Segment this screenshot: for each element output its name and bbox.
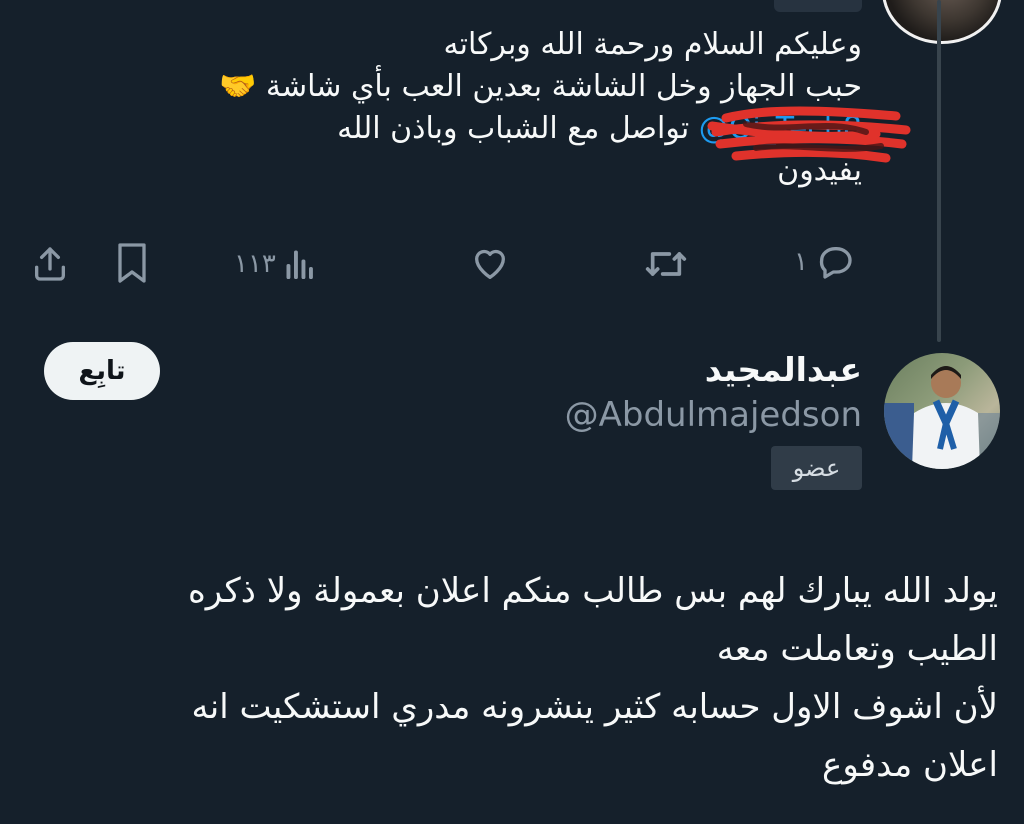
display-name[interactable]: عبدالمجيد: [705, 350, 862, 389]
previous-avatar[interactable]: [882, 0, 1002, 44]
member-badge: عضو: [771, 446, 862, 490]
retweet-icon: [644, 244, 688, 284]
reply-icon: [814, 242, 856, 282]
follow-button[interactable]: تابِع: [44, 342, 160, 400]
reply-button[interactable]: ١: [794, 242, 856, 282]
views-icon: [282, 246, 318, 282]
top-badge-stub: [774, 0, 862, 12]
main-tweet-text: يولد الله يبارك لهم بس طالب منكم اعلان ب…: [187, 571, 998, 785]
bookmark-button[interactable]: [114, 242, 150, 284]
avatar[interactable]: [884, 353, 1000, 469]
reply-text-part1: وعليكم السلام ورحمة الله وبركاته حبب الج…: [219, 27, 862, 104]
like-icon: [470, 244, 510, 284]
views-count: ١١٣: [234, 249, 276, 279]
share-icon: [30, 244, 70, 284]
reply-count: ١: [794, 247, 808, 277]
bookmark-icon: [114, 242, 150, 284]
like-button[interactable]: [464, 244, 510, 284]
redaction-scribble: [707, 106, 911, 163]
views-button[interactable]: ١١٣: [234, 246, 318, 282]
user-handle[interactable]: @Abdulmajedson: [565, 395, 862, 435]
share-button[interactable]: [30, 244, 70, 284]
thread-line: [937, 0, 941, 342]
avatar-image: [884, 366, 1000, 469]
retweet-button[interactable]: [638, 244, 688, 284]
